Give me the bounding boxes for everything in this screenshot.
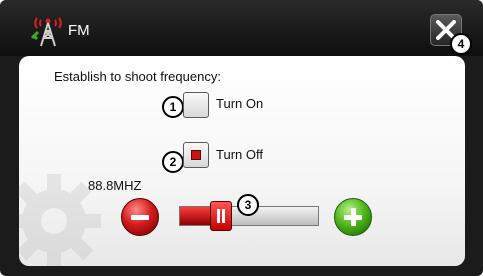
settings-panel: Establish to shoot frequency: 1 Turn On …	[19, 56, 465, 266]
title-bar: FM 4	[0, 0, 483, 56]
turn-off-checkbox[interactable]	[183, 142, 209, 168]
decrease-frequency-button[interactable]	[121, 198, 159, 236]
callout-badge-3: 3	[237, 194, 259, 216]
slider-thumb[interactable]	[210, 201, 232, 231]
callout-badge-1: 1	[162, 96, 184, 118]
turn-off-label: Turn Off	[216, 147, 263, 162]
fm-window: FM 4 Establish to shoot frequency: 1 Tur…	[0, 0, 483, 276]
frequency-readout: 88.8MHZ	[88, 178, 142, 193]
turn-on-label: Turn On	[216, 96, 264, 111]
frequency-prompt: Establish to shoot frequency:	[54, 69, 221, 84]
window-title: FM	[68, 22, 90, 39]
turn-on-checkbox[interactable]	[183, 92, 209, 118]
increase-frequency-button[interactable]	[334, 198, 372, 236]
fm-antenna-icon	[30, 17, 62, 47]
callout-badge-2: 2	[162, 151, 184, 173]
callout-badge-4: 4	[450, 33, 472, 55]
